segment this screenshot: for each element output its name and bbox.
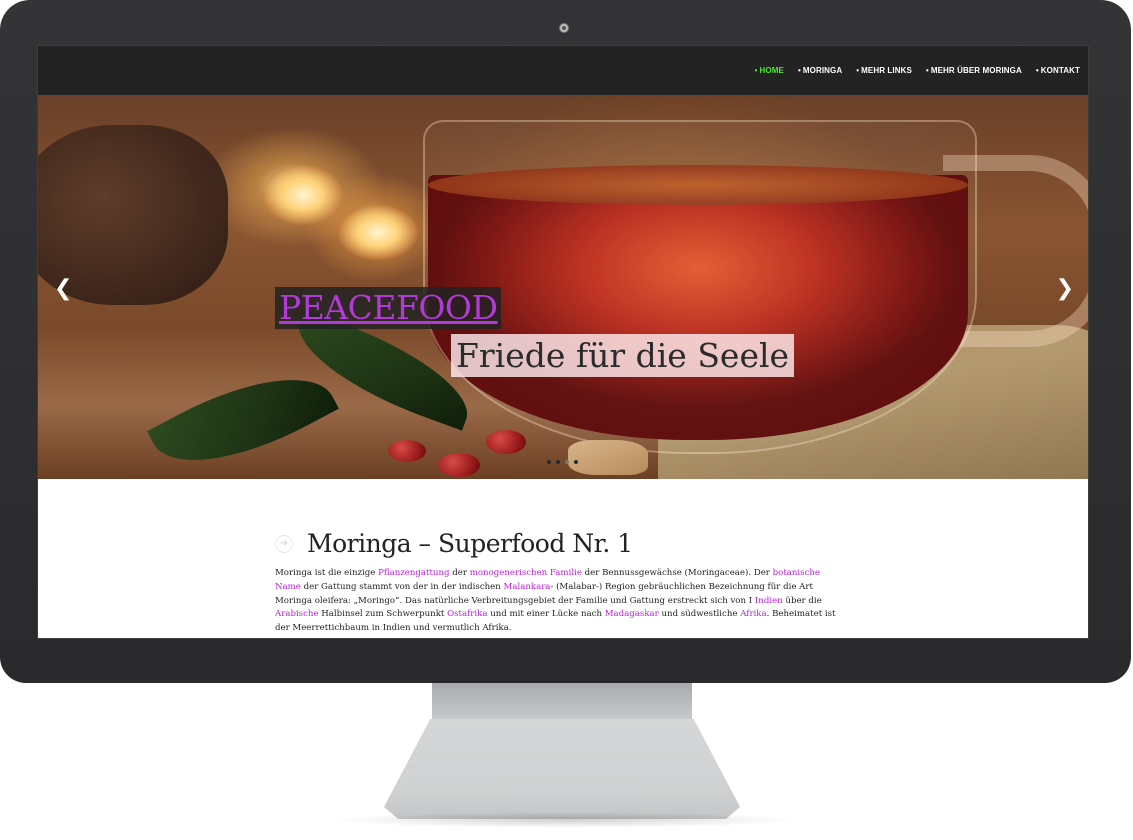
nav-item-mehr-ueber-moringa[interactable]: • MEHR ÜBER MORINGA [926,66,1022,75]
nav-item-kontakt[interactable]: • KONTAKT [1036,66,1080,75]
nav-item-home[interactable]: • HOME [755,66,784,75]
article-heading-row: ➜ Moringa – Superfood Nr. 1 [275,529,633,558]
hero-slider: ❮ ❯ PEACEFOOD Friede für die Seele [38,95,1088,479]
link-pflanzengattung[interactable]: Pflanzengattung [378,568,449,578]
stand-shadow [330,812,800,828]
slide-title[interactable]: PEACEFOOD [275,287,502,329]
link-monogenerische-familie[interactable]: monogenerischen Familie [470,568,582,578]
main-content: ➜ Moringa – Superfood Nr. 1 Moringa ist … [38,479,1088,638]
link-arabische[interactable]: Arabische [275,609,319,619]
link-indien[interactable]: Indien [755,596,783,606]
berry-image [486,430,526,454]
bullet-icon: • [797,66,801,75]
monitor-frame: • HOME • MORINGA • MEHR LINKS • MEHR ÜBER MO… [0,0,1131,683]
monitor-stand-neck [432,683,692,719]
link-afrika[interactable]: Afrika [740,609,766,619]
nav-item-mehr-links[interactable]: • MEHR LINKS [856,66,912,75]
slide-dot[interactable] [574,460,578,464]
slide-subtitle: Friede für die Seele [451,334,795,377]
arrow-right-circle-icon: ➜ [275,534,293,553]
monitor-stand [384,719,740,819]
berry-image [388,440,426,462]
paragraph-text: der Bennussgewächse (Moringaceae). Der [581,568,773,578]
paragraph-text: und mit einer Lücke nach [487,609,605,620]
bullet-icon: • [754,66,758,75]
berry-image [438,453,480,477]
link-madagaskar[interactable]: Madagaskar [605,609,659,619]
bullet-icon: • [856,66,860,75]
bullet-icon: • [1035,66,1039,75]
main-menu: • HOME • MORINGA • MEHR LINKS • MEHR ÜBER MO… [741,66,1080,75]
webcam-icon [559,23,569,33]
bullet-icon: • [925,66,929,75]
top-navbar: • HOME • MORINGA • MEHR LINKS • MEHR ÜBER MO… [38,46,1088,96]
sugar-image [568,440,648,475]
paragraph-text: der [449,568,470,578]
slider-pagination [547,460,578,464]
slide-dot[interactable] [556,460,560,464]
browser-screen: • HOME • MORINGA • MEHR LINKS • MEHR ÜBER MO… [37,45,1089,639]
article-heading: Moringa – Superfood Nr. 1 [307,529,633,558]
slide-dot-active[interactable] [565,460,569,464]
nav-item-label: HOME [759,66,784,75]
tea-cup-image [423,120,977,454]
paragraph-text: und südwestliche [658,609,741,620]
nav-item-label: MEHR LINKS [861,66,912,75]
slide-dot[interactable] [547,460,551,464]
candle-light [338,205,418,260]
paragraph-text: über die [782,595,822,606]
link-ostafrika[interactable]: Ostafrika [447,609,487,619]
nav-item-moringa[interactable]: • MORINGA [798,66,842,75]
paragraph-text: Halbinsel zum Schwerpunkt [318,609,448,620]
nav-item-label: MEHR ÜBER MORINGA [930,66,1022,75]
article-paragraph: Moringa ist die einzige Pflanzengattung … [275,567,847,636]
nav-item-label: MORINGA [802,66,843,75]
chevron-right-icon[interactable]: ❯ [1056,278,1074,300]
link-malankara[interactable]: Malankara [504,582,551,592]
paragraph-text: Moringa ist die einzige [275,568,379,578]
paragraph-text: der Gattung stammt von der in der indisc… [300,581,504,592]
nav-item-label: KONTAKT [1040,66,1080,75]
chevron-left-icon[interactable]: ❮ [54,278,72,300]
candle-light [263,165,343,225]
